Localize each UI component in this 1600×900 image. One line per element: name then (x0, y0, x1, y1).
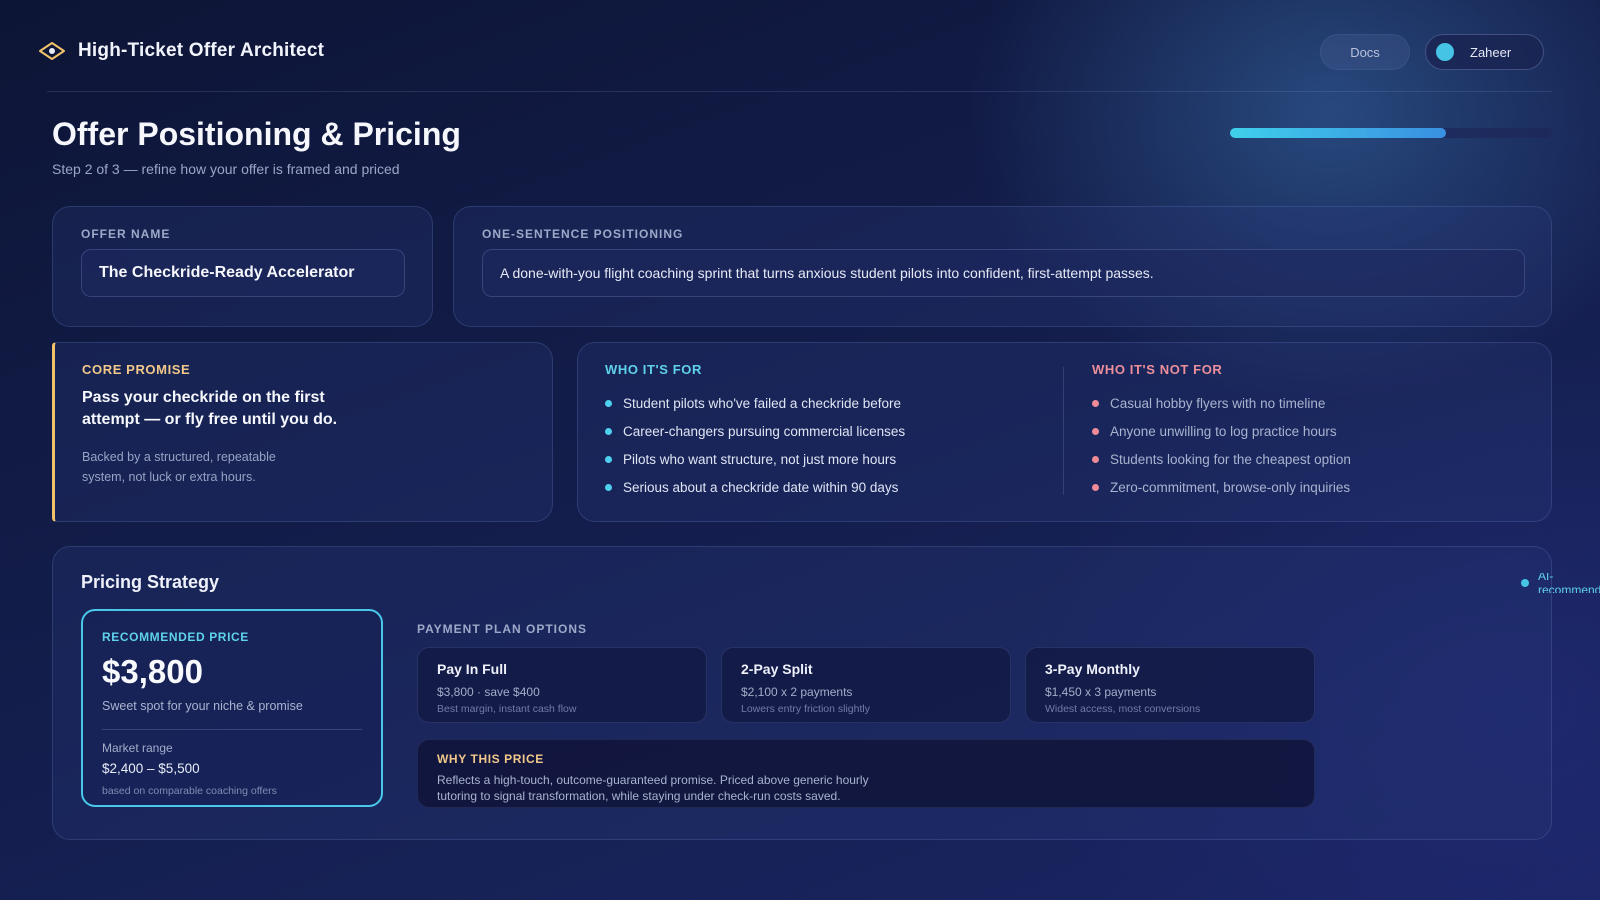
recommended-price-card[interactable]: RECOMMENDED PRICE $3,800 Sweet spot for … (81, 609, 383, 807)
payment-plans-label: PAYMENT PLAN OPTIONS (417, 622, 588, 636)
offer-name-label: OFFER NAME (81, 227, 171, 241)
who-for-label: WHO IT'S FOR (605, 362, 702, 377)
plan-note: Best margin, instant cash flow (437, 703, 577, 715)
who-for-item: Career-changers pursuing commercial lice… (623, 423, 906, 439)
who-not-for-item: Anyone unwilling to log practice hours (1110, 423, 1337, 439)
offer-name-card: OFFER NAME The Checkride-Ready Accelerat… (52, 206, 433, 327)
brand[interactable]: High-Ticket Offer Architect (38, 39, 324, 63)
plan-name: 2-Pay Split (741, 661, 813, 677)
list-item: Career-changers pursuing commercial lice… (605, 417, 905, 445)
bullet-icon (1092, 455, 1099, 463)
plan-name: Pay In Full (437, 661, 508, 677)
bullet-icon (1092, 483, 1099, 491)
recommended-price: $3,800 (102, 653, 203, 690)
pricing-title: Pricing Strategy (81, 572, 220, 592)
bullet-icon (605, 483, 612, 491)
audience-card: WHO IT'S FOR Student pilots who've faile… (577, 342, 1552, 522)
core-promise-body: Backed by a structured, repeatable syste… (82, 450, 276, 484)
list-item: Student pilots who've failed a checkride… (605, 389, 905, 417)
pricing-strategy-card: Pricing Strategy AI-recommended RECOMMEN… (52, 546, 1600, 840)
who-not-for-item: Casual hobby flyers with no timeline (1110, 395, 1326, 411)
list-item: Students looking for the cheapest option (1092, 445, 1351, 473)
bullet-icon (1092, 399, 1099, 407)
who-not-for-label: WHO IT'S NOT FOR (1092, 362, 1223, 377)
plan-name: 3-Pay Monthly (1045, 661, 1140, 677)
bullet-icon (605, 427, 612, 435)
user-name: Zaheer (1470, 44, 1512, 60)
plan-note: Widest access, most conversions (1045, 703, 1201, 715)
why-this-price-label: WHY THIS PRICE (437, 752, 544, 766)
who-not-for-item: Students looking for the cheapest option (1110, 451, 1351, 467)
column-divider (1063, 367, 1064, 495)
core-promise-card: CORE PROMISE Pass your checkride on the … (52, 342, 553, 522)
header-divider (47, 91, 1552, 92)
plan-3-pay-monthly[interactable]: 3-Pay Monthly $1,450 x 3 payments Widest… (1025, 647, 1315, 723)
plan-detail: $1,450 x 3 payments (1045, 685, 1157, 699)
who-not-for-column: WHO IT'S NOT FOR Casual hobby flyers wit… (1092, 362, 1351, 501)
who-for-item: Serious about a checkride date within 90… (623, 479, 899, 495)
docs-button[interactable]: Docs (1320, 34, 1410, 70)
list-item: Pilots who want structure, not just more… (605, 445, 905, 473)
list-item: Casual hobby flyers with no timeline (1092, 389, 1351, 417)
positioning-input[interactable]: A done-with-you flight coaching sprint t… (482, 249, 1525, 297)
plan-note: Lowers entry friction slightly (741, 703, 870, 715)
page-subtitle: Step 2 of 3 — refine how your offer is f… (52, 161, 400, 177)
market-range-label: Market range (102, 741, 173, 755)
list-item: Serious about a checkride date within 90… (605, 473, 905, 501)
page-title: Offer Positioning & Pricing (52, 116, 461, 152)
ai-recommended-badge: AI-recommended (1521, 573, 1600, 593)
core-promise-headline[interactable]: Pass your checkride on the first attempt… (82, 387, 362, 431)
market-range: $2,400 – $5,500 (102, 761, 200, 776)
who-for-item: Pilots who want structure, not just more… (623, 451, 897, 467)
who-for-column: WHO IT'S FOR Student pilots who've faile… (605, 362, 905, 501)
who-not-for-item: Zero-commitment, browse-only inquiries (1110, 479, 1351, 495)
plan-2-pay-split[interactable]: 2-Pay Split $2,100 x 2 payments Lowers e… (721, 647, 1011, 723)
plan-pay-in-full[interactable]: Pay In Full $3,800 · save $400 Best marg… (417, 647, 707, 723)
user-menu[interactable]: Zaheer (1425, 34, 1544, 70)
who-for-item: Student pilots who've failed a checkride… (623, 395, 901, 411)
top-bar: High-Ticket Offer Architect Docs Zaheer (0, 0, 1600, 92)
why-this-price-box: WHY THIS PRICE Reflects a high-touch, ou… (417, 739, 1315, 808)
app-title: High-Ticket Offer Architect (78, 40, 325, 61)
core-promise-label: CORE PROMISE (82, 362, 191, 377)
plan-detail: $2,100 x 2 payments (741, 685, 853, 699)
bullet-icon (605, 455, 612, 463)
bullet-icon (605, 399, 612, 407)
offer-name-input[interactable]: The Checkride-Ready Accelerator (81, 249, 405, 297)
ai-recommended-text: AI-recommended (1538, 573, 1600, 593)
plan-detail: $3,800 · save $400 (437, 685, 540, 699)
list-item: Anyone unwilling to log practice hours (1092, 417, 1351, 445)
step-progress-bar (1230, 128, 1552, 138)
avatar (1436, 43, 1454, 61)
recommended-price-label: RECOMMENDED PRICE (102, 630, 249, 644)
ai-status-icon (1521, 579, 1529, 587)
why-this-price-text: Reflects a high-touch, outcome-guarantee… (437, 773, 869, 803)
bullet-icon (1092, 427, 1099, 435)
step-progress-fill (1230, 128, 1446, 138)
list-item: Zero-commitment, browse-only inquiries (1092, 473, 1351, 501)
positioning-card: ONE-SENTENCE POSITIONING A done-with-you… (453, 206, 1552, 327)
eye-logo-icon (39, 42, 65, 60)
divider (102, 729, 362, 730)
positioning-label: ONE-SENTENCE POSITIONING (482, 227, 684, 241)
recommended-price-description: Sweet spot for your niche & promise (102, 699, 303, 713)
market-range-note: based on comparable coaching offers (102, 785, 277, 797)
